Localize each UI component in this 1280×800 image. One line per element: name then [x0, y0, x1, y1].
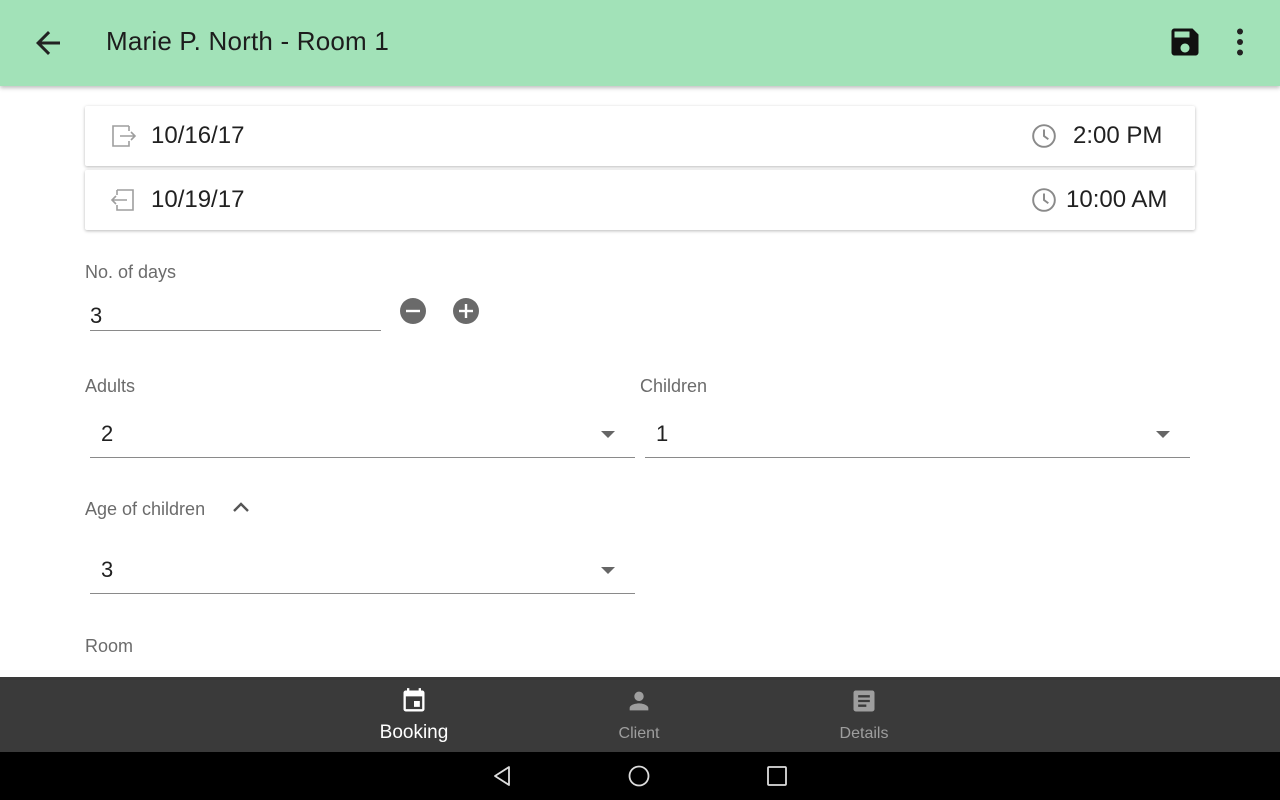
checkin-date[interactable]: 10/16/17: [151, 122, 244, 150]
dropdown-arrow-icon: [1156, 431, 1170, 438]
adults-value: 2: [101, 421, 114, 446]
child-age-value: 3: [101, 557, 114, 582]
login-icon: [112, 125, 137, 147]
room-label: Room: [85, 636, 134, 656]
days-input[interactable]: 3: [90, 303, 102, 329]
nav-details-label: Details: [839, 725, 889, 742]
home-circle-icon[interactable]: [627, 764, 651, 788]
children-dropdown[interactable]: 1: [645, 421, 1190, 458]
children-underline: [645, 457, 1190, 458]
clock-icon: [1032, 124, 1056, 148]
nav-booking[interactable]: Booking: [344, 677, 484, 752]
save-icon[interactable]: [1167, 24, 1203, 60]
app-bar: Marie P. North - Room 1: [0, 0, 1280, 86]
child-age-underline: [90, 593, 635, 594]
bottom-navigation: Booking Client Details: [0, 677, 1280, 752]
document-icon: [853, 690, 875, 712]
nav-details[interactable]: Details: [794, 677, 934, 752]
clock-icon: [1032, 188, 1056, 212]
increment-days-button[interactable]: [453, 298, 479, 324]
chevron-up-icon[interactable]: [231, 500, 251, 514]
nav-client-label: Client: [618, 725, 660, 742]
adults-underline: [90, 457, 635, 458]
back-triangle-icon[interactable]: [490, 764, 514, 788]
checkin-time[interactable]: 2:00 PM: [1073, 122, 1162, 150]
more-vert-icon[interactable]: [1222, 24, 1258, 60]
booking-form: 10/16/17 2:00 PM 10/19/17 10:00 AM No. o…: [0, 86, 1280, 677]
calendar-event-icon: [403, 688, 425, 712]
checkout-time[interactable]: 10:00 AM: [1066, 186, 1167, 214]
children-value: 1: [656, 421, 669, 446]
days-input-underline: [90, 330, 381, 331]
checkin-card[interactable]: 10/16/17 2:00 PM: [85, 106, 1195, 166]
adults-dropdown[interactable]: 2: [90, 421, 635, 458]
children-label: Children: [640, 376, 708, 396]
logout-icon: [110, 189, 134, 211]
nav-booking-label: Booking: [379, 722, 449, 743]
recents-square-icon[interactable]: [765, 764, 789, 788]
arrow-back-icon[interactable]: [30, 25, 66, 61]
dropdown-arrow-icon: [601, 567, 615, 574]
dropdown-arrow-icon: [601, 431, 615, 438]
page-title: Marie P. North - Room 1: [106, 26, 389, 56]
checkout-date[interactable]: 10/19/17: [151, 186, 244, 214]
checkout-card[interactable]: 10/19/17 10:00 AM: [85, 170, 1195, 230]
decrement-days-button[interactable]: [400, 298, 426, 324]
system-navigation-bar: [0, 752, 1280, 800]
nav-client[interactable]: Client: [569, 677, 709, 752]
child-age-dropdown[interactable]: 3: [90, 557, 635, 594]
person-icon: [629, 691, 649, 711]
age-of-children-label: Age of children: [85, 499, 206, 519]
days-label: No. of days: [85, 262, 177, 282]
adults-label: Adults: [85, 376, 136, 396]
